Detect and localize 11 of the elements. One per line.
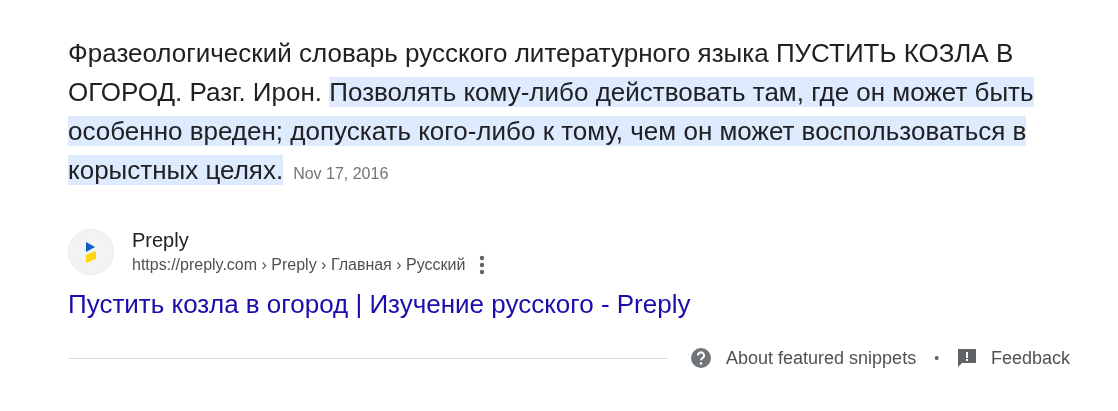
site-name: Preply [132,228,190,253]
site-url: https://preply.com › Preply › Главная › Русский [132,255,466,275]
result-title-link[interactable]: Пустить козла в огород | Изучение русского - Preply [68,287,691,321]
more-options-icon[interactable] [479,255,486,275]
about-snippets-link[interactable]: About featured snippets [726,347,917,369]
feedback-link[interactable]: Feedback [991,347,1071,369]
separator-dot: • [934,350,940,366]
help-icon[interactable] [690,347,712,369]
snippet-date: Nov 17, 2016 [293,165,389,182]
site-favicon-icon[interactable] [68,229,114,275]
feedback-icon[interactable] [957,348,978,368]
